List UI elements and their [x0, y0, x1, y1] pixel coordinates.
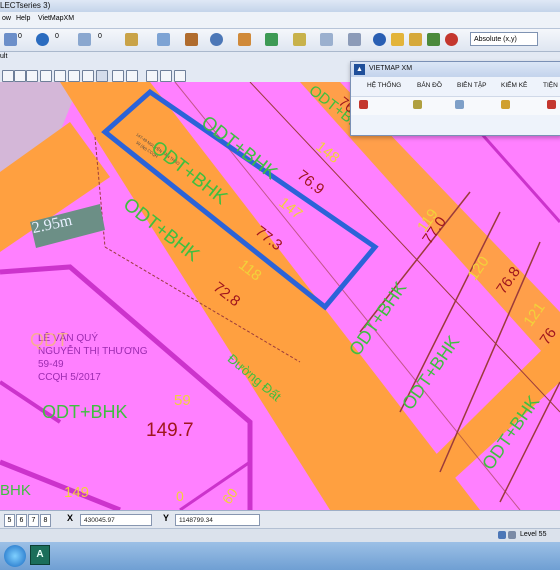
document-icon[interactable]: [157, 33, 170, 46]
snap-icon[interactable]: [508, 531, 516, 539]
vietmap-tool-icon[interactable]: [501, 100, 510, 109]
edit-icon[interactable]: [348, 33, 361, 46]
view-button-5[interactable]: 5: [4, 514, 15, 527]
view-button-8[interactable]: 8: [40, 514, 51, 527]
cell-icon[interactable]: [238, 33, 251, 46]
lock-icon[interactable]: [498, 531, 506, 539]
vietmap-tool-icon[interactable]: [547, 100, 556, 109]
parcel-code: BHK: [0, 482, 31, 499]
menu-vietmapxm[interactable]: VietMapXM: [38, 15, 74, 22]
globe-icon[interactable]: [36, 33, 49, 46]
spinner-value-1[interactable]: 0: [18, 33, 22, 40]
view-title: ult: [0, 53, 8, 60]
view-tool-icon[interactable]: [2, 70, 14, 82]
info-icon[interactable]: [373, 33, 386, 46]
y-coordinate-field[interactable]: 1148799.34: [175, 514, 260, 526]
view-button-7[interactable]: 7: [28, 514, 39, 527]
main-toolbar: 0 0 0 Absolute (x,y): [0, 29, 560, 52]
next-view-icon[interactable]: [126, 70, 138, 82]
owner-cert: CCQH 5/2017: [38, 372, 101, 383]
map-canvas[interactable]: 2.95m Đường Đất 147-49 NGUYỄN VĂN THẢO 5…: [0, 82, 560, 510]
stack-icon[interactable]: [293, 33, 306, 46]
vietmap-tool-icon[interactable]: [359, 100, 368, 109]
zoom-in-icon[interactable]: [26, 70, 38, 82]
owner-parcel: 59-49: [38, 359, 64, 370]
cloud-icon[interactable]: [210, 33, 223, 46]
dropdown-icon[interactable]: [78, 33, 91, 46]
highlight-icon[interactable]: [391, 33, 404, 46]
vietmap-menu-kiem-ke[interactable]: KIỂM KÊ: [501, 82, 527, 89]
parcel-fragment: 0: [176, 488, 184, 504]
status-bar: 5 6 7 8 X 430045.97 Y 1148799.34: [0, 510, 560, 529]
copy-view-icon[interactable]: [146, 70, 158, 82]
parcel-fragment: QDT: [30, 330, 68, 350]
view-button-6[interactable]: 6: [16, 514, 27, 527]
vietmap-tool-icon[interactable]: [455, 100, 464, 109]
spinner-value-2[interactable]: 0: [55, 33, 59, 40]
vietmap-menu-bien-tap[interactable]: BIÊN TẬP: [457, 82, 487, 89]
message-strip: Level 55: [0, 528, 560, 543]
x-label: X: [67, 513, 74, 523]
microstation-app-icon[interactable]: A: [30, 545, 50, 565]
vietmap-panel: ▲ VIETMAP XM HỆ THỐNG BẢN ĐỒ BIÊN TẬP KI…: [350, 61, 560, 136]
parcel-area: 149.7: [146, 420, 194, 441]
window-area-icon[interactable]: [54, 70, 66, 82]
parcel-border-bottom: [179, 460, 251, 510]
vietmap-menu-he-thong[interactable]: HỆ THỐNG: [367, 82, 401, 89]
fit-view-icon[interactable]: [68, 70, 80, 82]
folder-icon[interactable]: [409, 33, 422, 46]
map-icon[interactable]: [427, 33, 440, 46]
x-coordinate-field[interactable]: 430045.97: [80, 514, 152, 526]
previous-view-icon[interactable]: [112, 70, 124, 82]
pointer-icon[interactable]: [14, 70, 26, 82]
level-display-icon[interactable]: [174, 70, 186, 82]
menu-bar: ow Help VietMapXM: [0, 12, 560, 29]
vietmap-menu: HỆ THỐNG BẢN ĐỒ BIÊN TẬP KIỂM KÊ TIỆN: [351, 79, 560, 93]
vietmap-toolbar: [351, 96, 560, 115]
layer-icon[interactable]: [185, 33, 198, 46]
vietmap-tool-icon[interactable]: [413, 100, 422, 109]
y-label: Y: [163, 513, 170, 523]
vietmap-menu-tien[interactable]: TIỆN: [543, 82, 558, 89]
start-button-icon[interactable]: [4, 545, 26, 567]
taskbar: A: [0, 542, 560, 570]
parcel-code: ODT+BHK: [42, 402, 128, 422]
vietmap-menu-ban-do[interactable]: BẢN ĐỒ: [417, 82, 442, 89]
active-level: Level 55: [520, 531, 547, 538]
pan-icon[interactable]: [96, 70, 108, 82]
vietmap-logo-icon: ▲: [354, 64, 365, 75]
parcel-border-right: [478, 131, 560, 223]
tool-icon[interactable]: [4, 33, 17, 46]
window-title: LECTseries 3): [0, 1, 51, 10]
vietmap-titlebar[interactable]: ▲ VIETMAP XM: [351, 62, 560, 77]
parcel-id: 59: [174, 392, 191, 409]
parcel-id: 149: [64, 484, 90, 501]
table-icon[interactable]: [265, 33, 278, 46]
vietmap-title: VIETMAP XM: [369, 65, 413, 72]
zoom-out-icon[interactable]: [40, 70, 52, 82]
cadastral-map: [0, 82, 560, 510]
coordinate-mode-select[interactable]: Absolute (x,y): [470, 32, 538, 46]
measure-icon[interactable]: [320, 33, 333, 46]
menu-window[interactable]: ow: [2, 15, 11, 22]
view-attributes-icon[interactable]: [160, 70, 172, 82]
element-icon[interactable]: [125, 33, 138, 46]
spinner-value-3[interactable]: 0: [98, 33, 102, 40]
rotate-icon[interactable]: [82, 70, 94, 82]
stop-icon[interactable]: [445, 33, 458, 46]
menu-help[interactable]: Help: [16, 15, 30, 22]
